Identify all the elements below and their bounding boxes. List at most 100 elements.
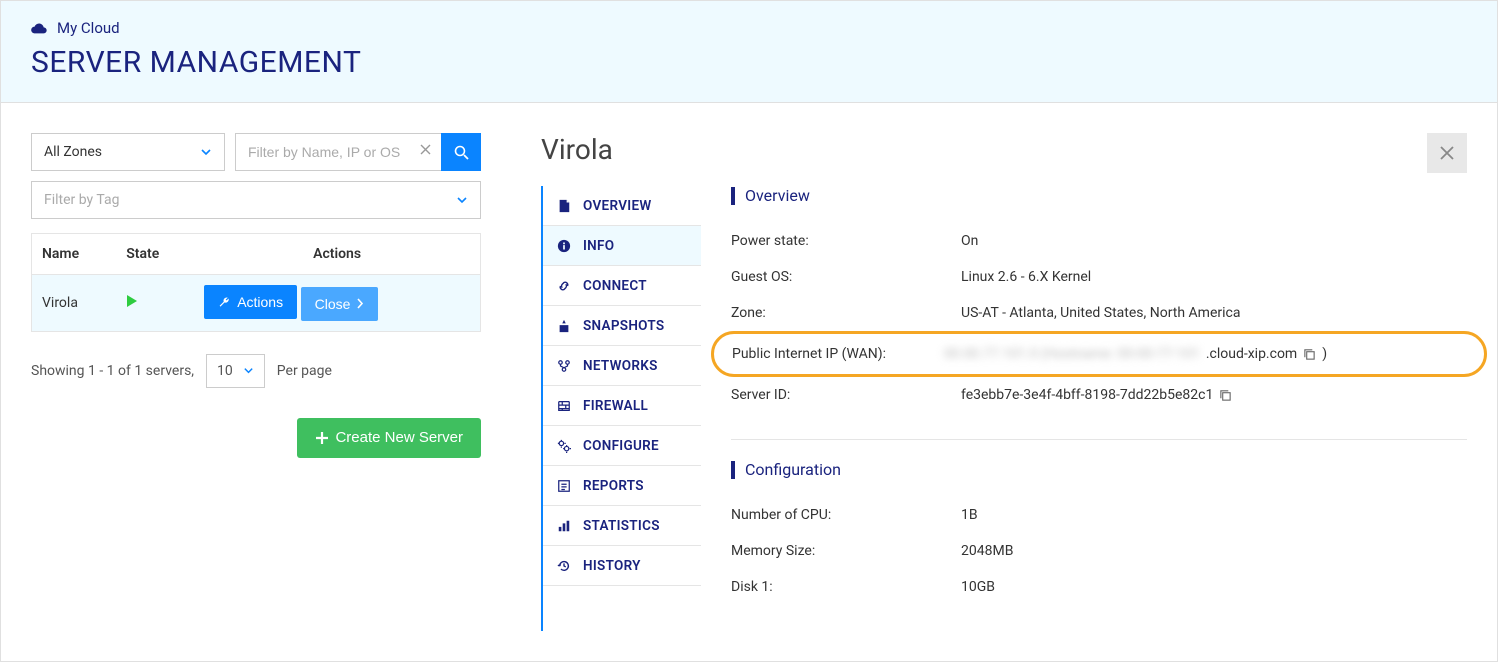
col-actions: Actions <box>194 234 480 275</box>
cell-actions: Actions Close <box>194 275 480 332</box>
ip-redacted: 00.00.77.101.0 (Hostname: 00-00-77-101 <box>944 346 1200 362</box>
nav-label: SNAPSHOTS <box>583 318 664 334</box>
kv-mem: Memory Size: 2048MB <box>731 533 1467 569</box>
page-size-value: 10 <box>217 363 233 379</box>
ip-paren-close: ) <box>1322 346 1327 362</box>
serverid-text: fe3ebb7e-3e4f-4bff-8198-7dd22b5e82c1 <box>961 387 1213 403</box>
nav-firewall[interactable]: FIREWALL <box>543 386 701 426</box>
chevron-down-icon <box>456 194 468 206</box>
page-size-select[interactable]: 10 <box>206 354 265 388</box>
kv-cpu: Number of CPU: 1B <box>731 497 1467 533</box>
tag-filter-placeholder: Filter by Tag <box>44 192 119 208</box>
server-title: Virola <box>541 133 1467 166</box>
ip-highlight: Public Internet IP (WAN): 00.00.77.101.0… <box>711 331 1487 377</box>
section-title: Configuration <box>745 460 841 479</box>
plus-icon <box>315 431 329 445</box>
kv-value: On <box>961 233 978 249</box>
nav-label: NETWORKS <box>583 358 658 374</box>
servers-table: Name State Actions Virola <box>31 233 481 332</box>
overview-section: Overview Power state: On Guest OS: Linux… <box>731 186 1467 413</box>
kv-label: Guest OS: <box>731 269 961 285</box>
nav-label: OVERVIEW <box>583 198 652 214</box>
kv-value: US-AT - Atlanta, United States, North Am… <box>961 305 1240 321</box>
config-section: Configuration Number of CPU: 1B Memory S… <box>731 460 1467 605</box>
cloud-icon <box>31 22 47 34</box>
ip-suffix: .cloud-xip.com <box>1206 346 1297 362</box>
actions-button-label: Actions <box>237 294 283 310</box>
table-row[interactable]: Virola Actions <box>32 275 481 332</box>
nav-statistics[interactable]: STATISTICS <box>543 506 701 546</box>
kv-os: Guest OS: Linux 2.6 - 6.X Kernel <box>731 259 1467 295</box>
kv-label: Disk 1: <box>731 579 961 595</box>
breadcrumb-label: My Cloud <box>57 19 120 37</box>
kv-label: Power state: <box>731 233 961 249</box>
close-icon <box>1439 145 1455 161</box>
kv-value: Linux 2.6 - 6.X Kernel <box>961 269 1091 285</box>
pager: Showing 1 - 1 of 1 servers, 10 Per page <box>31 354 481 388</box>
page-title: SERVER MANAGEMENT <box>31 45 1467 80</box>
kv-serverid: Server ID: fe3ebb7e-3e4f-4bff-8198-7dd22… <box>731 377 1467 413</box>
nav-overview[interactable]: OVERVIEW <box>543 186 701 226</box>
kv-label: Server ID: <box>731 387 961 403</box>
zone-select-label: All Zones <box>44 144 102 160</box>
copy-icon[interactable] <box>1219 389 1232 402</box>
copy-icon[interactable] <box>1303 348 1316 361</box>
nav-label: HISTORY <box>583 558 641 574</box>
cell-state <box>116 275 194 332</box>
wrench-icon <box>218 296 231 309</box>
chevron-down-icon <box>200 146 212 158</box>
col-name[interactable]: Name <box>32 234 117 275</box>
nav-reports[interactable]: REPORTS <box>543 466 701 506</box>
play-icon <box>126 294 138 308</box>
search-icon <box>454 145 469 160</box>
nav-label: CONNECT <box>583 278 647 294</box>
create-server-label: Create New Server <box>335 429 463 446</box>
kv-value: 2048MB <box>961 543 1013 559</box>
kv-ip: Public Internet IP (WAN): 00.00.77.101.0… <box>732 342 1466 366</box>
kv-value: 00.00.77.101.0 (Hostname: 00-00-77-101 .… <box>944 346 1327 362</box>
section-bar <box>731 187 735 205</box>
nav-label: STATISTICS <box>583 518 660 534</box>
close-button[interactable]: Close <box>301 287 379 321</box>
clear-icon[interactable] <box>420 143 431 159</box>
search-button[interactable] <box>441 133 481 171</box>
kv-label: Zone: <box>731 305 961 321</box>
divider <box>731 439 1467 440</box>
kv-value: 1B <box>961 507 978 523</box>
kv-label: Number of CPU: <box>731 507 961 523</box>
kv-label: Memory Size: <box>731 543 961 559</box>
detail-side-nav: OVERVIEW INFO CONNECT SNAPSHOTS <box>541 186 701 631</box>
per-page-label: Per page <box>277 363 332 379</box>
section-bar <box>731 461 735 479</box>
chevron-down-icon <box>243 365 254 376</box>
pager-summary: Showing 1 - 1 of 1 servers, <box>31 363 194 379</box>
create-server-button[interactable]: Create New Server <box>297 418 481 458</box>
tag-filter-select[interactable]: Filter by Tag <box>31 181 481 219</box>
nav-snapshots[interactable]: SNAPSHOTS <box>543 306 701 346</box>
nav-networks[interactable]: NETWORKS <box>543 346 701 386</box>
nav-history[interactable]: HISTORY <box>543 546 701 586</box>
nav-info[interactable]: INFO <box>543 226 701 266</box>
kv-disk: Disk 1: 10GB <box>731 569 1467 605</box>
close-button-label: Close <box>315 296 351 312</box>
close-panel-button[interactable] <box>1427 133 1467 173</box>
actions-button[interactable]: Actions <box>204 285 297 319</box>
kv-power: Power state: On <box>731 223 1467 259</box>
nav-label: REPORTS <box>583 478 644 494</box>
chevron-right-icon <box>356 298 364 309</box>
name-filter-input[interactable] <box>235 133 441 171</box>
section-title: Overview <box>745 186 810 205</box>
kv-value: fe3ebb7e-3e4f-4bff-8198-7dd22b5e82c1 <box>961 387 1232 403</box>
nav-connect[interactable]: CONNECT <box>543 266 701 306</box>
nav-label: CONFIGURE <box>583 438 659 454</box>
col-state[interactable]: State <box>116 234 194 275</box>
kv-label: Public Internet IP (WAN): <box>732 346 944 362</box>
kv-zone: Zone: US-AT - Atlanta, United States, No… <box>731 295 1467 331</box>
nav-label: INFO <box>583 238 614 254</box>
zone-select[interactable]: All Zones <box>31 133 225 171</box>
nav-configure[interactable]: CONFIGURE <box>543 426 701 466</box>
page-header: My Cloud SERVER MANAGEMENT <box>1 1 1497 103</box>
nav-label: FIREWALL <box>583 398 648 414</box>
cell-name: Virola <box>32 275 117 332</box>
breadcrumb[interactable]: My Cloud <box>31 19 1467 37</box>
